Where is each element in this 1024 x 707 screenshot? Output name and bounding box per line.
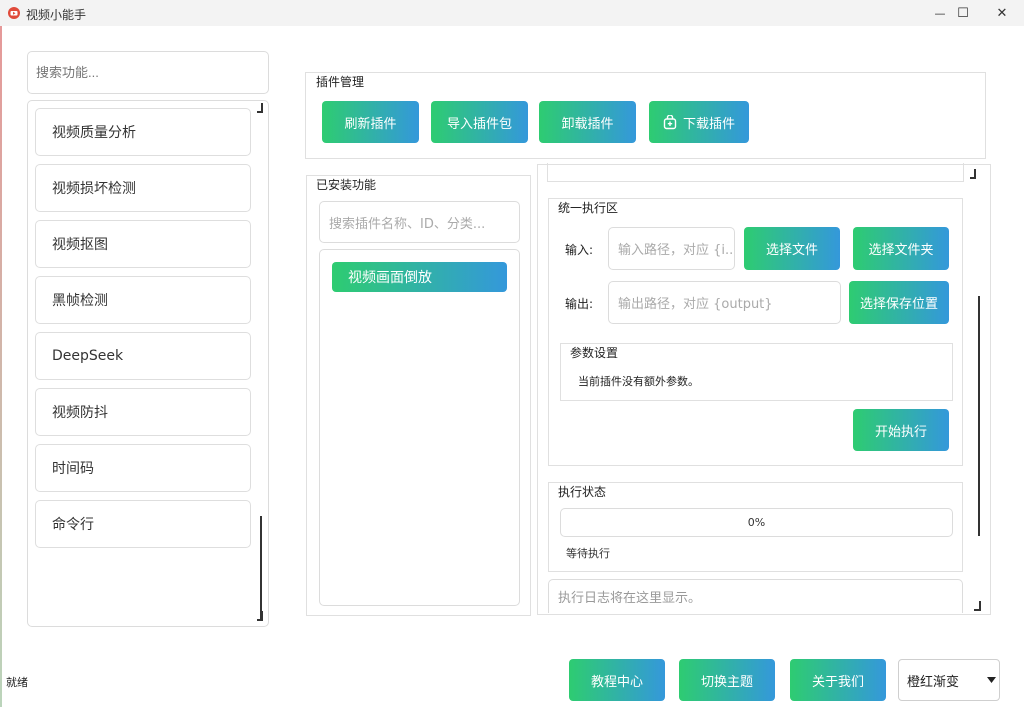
button-label: 导入插件包 [446, 116, 512, 132]
execution-log[interactable]: 执行日志将在这里显示。 [548, 579, 963, 613]
window-title: 视频小能手 [26, 8, 87, 22]
log-placeholder: 执行日志将在这里显示。 [558, 591, 702, 606]
group-title: 统一执行区 [556, 199, 621, 216]
sidebar-item-label: DeepSeek [52, 348, 124, 364]
sidebar-search-input[interactable] [27, 51, 269, 94]
output-path-field[interactable]: 输出路径，对应 {output} [608, 281, 841, 324]
close-button[interactable]: ✕ [979, 0, 1024, 26]
chevron-down-icon [987, 677, 996, 683]
theme-select[interactable]: 橙红渐变 [898, 659, 1000, 701]
sidebar-item-label: 视频损坏检测 [52, 181, 136, 197]
sidebar-item-quality-analysis[interactable]: 视频质量分析 [35, 108, 251, 156]
button-label: 刷新插件 [344, 116, 397, 132]
output-label: 输出: [565, 297, 594, 311]
about-us-button[interactable]: 关于我们 [790, 659, 886, 701]
execution-area-group: 统一执行区 输入: 输入路径，对应 {i... 选择文件 选择文件夹 输出: 输… [548, 198, 963, 466]
sidebar-item-label: 视频抠图 [52, 237, 108, 253]
sidebar-item-plugin-market[interactable]: 自定义功能市场 [35, 556, 251, 604]
select-folder-button[interactable]: 选择文件夹 [853, 227, 949, 270]
installed-plugin-list: 视频画面倒放 [319, 249, 520, 606]
progress-bar: 0% [560, 508, 953, 537]
scroll-corner-top [257, 103, 263, 113]
input-placeholder: 搜索插件名称、ID、分类... [329, 216, 486, 232]
title-bar: 视频小能手 — ☐ ✕ [0, 0, 1024, 26]
sidebar-item-stabilize[interactable]: 视频防抖 [35, 388, 251, 436]
button-label: 选择文件夹 [868, 243, 934, 258]
sidebar-item-label: 时间码 [52, 461, 94, 477]
group-title: 插件管理 [314, 73, 367, 90]
button-label: 选择文件 [765, 243, 818, 258]
progress-text: 0% [747, 516, 766, 529]
sidebar-item-label: 视频防抖 [52, 405, 108, 421]
input-placeholder: 输出路径，对应 {output} [618, 297, 773, 312]
list-item[interactable]: 视频画面倒放 [332, 262, 507, 292]
sidebar-item-matting[interactable]: 视频抠图 [35, 220, 251, 268]
window-edge [0, 26, 2, 707]
theme-select-value: 橙红渐变 [907, 674, 960, 690]
params-message: 当前插件没有额外参数。 [578, 375, 699, 388]
group-title: 已安装功能 [314, 176, 379, 193]
maximize-icon: ☐ [957, 5, 969, 21]
select-file-button[interactable]: 选择文件 [744, 227, 840, 270]
switch-theme-button[interactable]: 切换主题 [679, 659, 775, 701]
sidebar-item-timecode[interactable]: 时间码 [35, 444, 251, 492]
installed-plugins-group: 已安装功能 搜索插件名称、ID、分类... 视频画面倒放 [306, 175, 531, 616]
input-placeholder: 输入路径，对应 {i... [618, 243, 735, 258]
app-logo-icon [8, 7, 20, 19]
sidebar-item-label: 视频质量分析 [52, 125, 136, 141]
button-label: 切换主题 [700, 674, 753, 690]
uninstall-plugin-button[interactable]: 卸载插件 [539, 101, 636, 143]
plugin-management-group: 插件管理 刷新插件 导入插件包 卸载插件 下载插件 [305, 72, 986, 159]
sidebar-list: 视频质量分析 视频损坏检测 视频抠图 黑帧检测 DeepSeek 视频防抖 时间… [27, 100, 269, 627]
refresh-plugins-button[interactable]: 刷新插件 [322, 101, 419, 143]
input-path-field[interactable]: 输入路径，对应 {i... [608, 227, 735, 270]
input-label: 输入: [565, 243, 594, 257]
button-label: 下载插件 [682, 116, 735, 132]
status-text: 等待执行 [566, 547, 610, 560]
status-bar-text: 就绪 [6, 676, 28, 689]
sidebar-item-label: 命令行 [52, 517, 94, 533]
import-plugin-button[interactable]: 导入插件包 [431, 101, 528, 143]
close-icon: ✕ [996, 5, 1008, 21]
sidebar-item-label: 自定义功能市场 [51, 573, 149, 589]
scrolled-panel-top [547, 163, 964, 182]
sidebar-scrollbar[interactable] [260, 516, 262, 619]
execution-status-group: 执行状态 0% 等待执行 [548, 482, 963, 572]
download-plugin-button[interactable]: 下载插件 [649, 101, 749, 143]
sidebar-item-label: 黑帧检测 [52, 293, 108, 309]
select-save-location-button[interactable]: 选择保存位置 [849, 281, 949, 324]
tutorial-center-button[interactable]: 教程中心 [569, 659, 665, 701]
sidebar-item-deepseek[interactable]: DeepSeek [35, 332, 251, 380]
button-label: 选择保存位置 [859, 297, 938, 312]
sidebar-item-black-frame[interactable]: 黑帧检测 [35, 276, 251, 324]
scroll-corner-bottom [257, 611, 263, 621]
right-scrollbar[interactable] [978, 296, 980, 536]
group-title: 执行状态 [556, 483, 609, 500]
group-title: 参数设置 [568, 344, 621, 361]
sidebar-item-cli[interactable]: 命令行 [35, 500, 251, 548]
button-label: 关于我们 [811, 674, 864, 690]
button-label: 开始执行 [874, 424, 927, 440]
button-label: 教程中心 [590, 674, 643, 690]
start-execution-button[interactable]: 开始执行 [853, 409, 949, 451]
params-group: 参数设置 当前插件没有额外参数。 [560, 343, 953, 401]
plugin-search-input[interactable]: 搜索插件名称、ID、分类... [319, 201, 520, 243]
sidebar-item-damage-detect[interactable]: 视频损坏检测 [35, 164, 251, 212]
scroll-corner-top [970, 169, 976, 179]
button-label: 卸载插件 [561, 116, 614, 132]
package-plus-icon [663, 114, 677, 129]
list-item-label: 视频画面倒放 [348, 270, 432, 286]
scroll-corner-bottom [974, 601, 981, 611]
